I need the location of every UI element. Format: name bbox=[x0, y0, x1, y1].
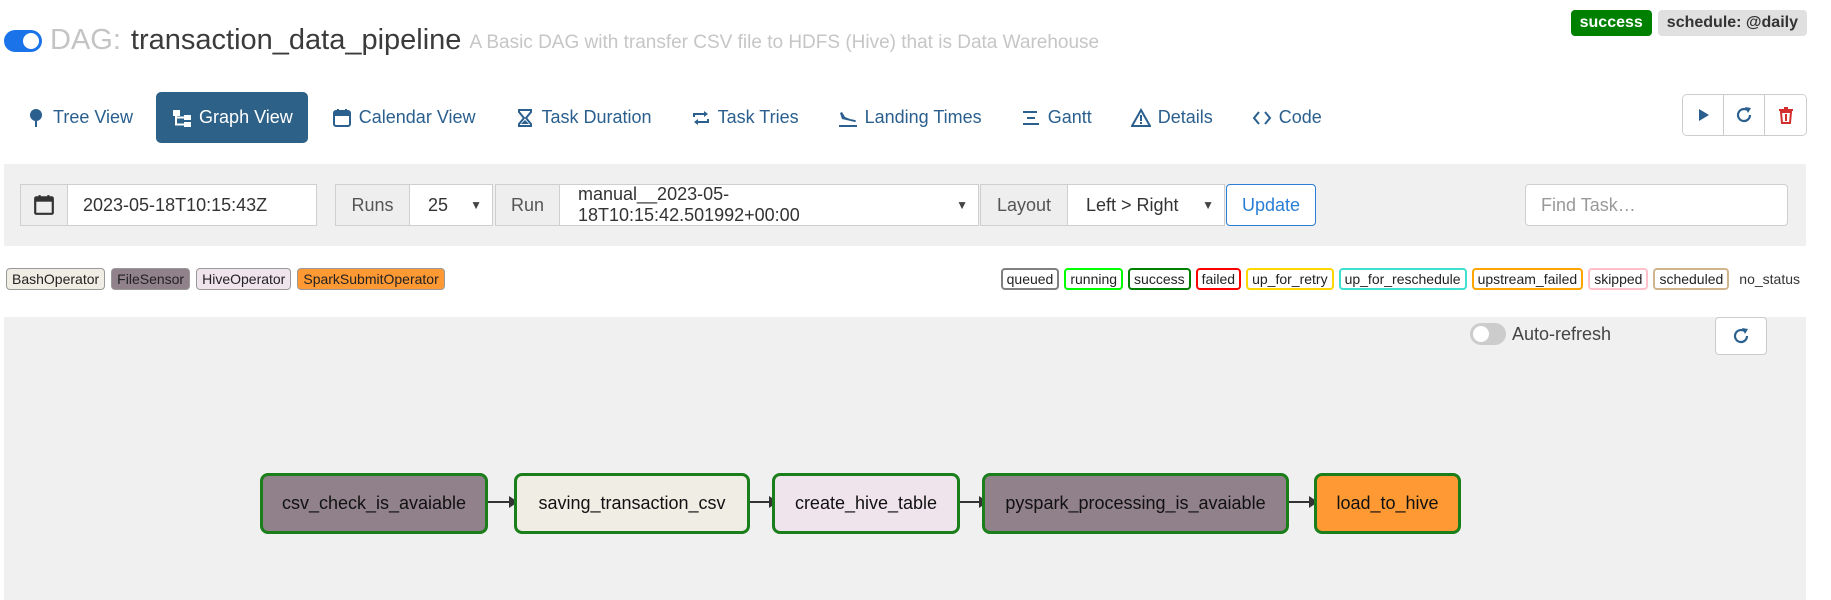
tab-label: Tree View bbox=[53, 107, 134, 127]
layout-value: Left > Right bbox=[1086, 194, 1179, 215]
tab-gantt[interactable]: Gantt bbox=[1005, 92, 1107, 143]
task-node-csv-check[interactable]: csv_check_is_avaiable bbox=[260, 473, 488, 534]
legend-running[interactable]: running bbox=[1064, 268, 1124, 290]
auto-refresh-control[interactable]: Auto-refresh bbox=[1469, 323, 1611, 345]
run-label: Run bbox=[495, 184, 560, 226]
status-legend: queued running success failed up_for_ret… bbox=[1000, 268, 1805, 290]
tab-label: Task Duration bbox=[541, 107, 652, 127]
dag-status-badge: success bbox=[1570, 10, 1652, 36]
plane-landing-icon bbox=[837, 107, 859, 129]
delete-dag-button[interactable] bbox=[1765, 95, 1806, 135]
header-badges: success schedule: @daily bbox=[1570, 10, 1807, 36]
legend-up-for-reschedule[interactable]: up_for_reschedule bbox=[1338, 268, 1467, 290]
run-value: manual__2023-05-18T10:15:42.501992+00:00 bbox=[578, 184, 800, 225]
edge-arrow bbox=[488, 496, 518, 508]
tab-label: Code bbox=[1278, 107, 1322, 127]
task-node-pyspark-processing[interactable]: pyspark_processing_is_avaiable bbox=[982, 473, 1289, 534]
tree-icon bbox=[25, 107, 47, 129]
refresh-icon bbox=[1736, 107, 1752, 123]
legend-hive-operator[interactable]: HiveOperator bbox=[196, 268, 292, 290]
calendar-icon bbox=[331, 107, 353, 129]
tab-graph-view[interactable]: Graph View bbox=[156, 92, 308, 143]
dag-prefix: DAG: bbox=[50, 23, 121, 56]
tab-label: Task Tries bbox=[717, 107, 799, 127]
runs-select[interactable]: 25 ▼ bbox=[409, 184, 493, 226]
legend-success[interactable]: success bbox=[1128, 268, 1191, 290]
toggle-knob bbox=[1472, 326, 1489, 342]
execution-date-input[interactable]: 2023-05-18T10:15:43Z bbox=[67, 184, 317, 226]
tab-calendar-view[interactable]: Calendar View bbox=[316, 92, 491, 143]
legend-spark-submit-operator[interactable]: SparkSubmitOperator bbox=[297, 268, 445, 290]
tab-code[interactable]: Code bbox=[1236, 92, 1337, 143]
graph-icon bbox=[171, 107, 193, 129]
date-picker-button[interactable] bbox=[20, 184, 68, 226]
schedule-badge: schedule: @daily bbox=[1657, 10, 1807, 36]
warning-triangle-icon bbox=[1130, 107, 1152, 129]
refresh-dag-button[interactable] bbox=[1724, 95, 1765, 135]
layout-select[interactable]: Left > Right ▼ bbox=[1067, 184, 1225, 226]
task-node-load-to-hive[interactable]: load_to_hive bbox=[1314, 473, 1461, 534]
dag-actions bbox=[1682, 94, 1807, 136]
trigger-dag-button[interactable] bbox=[1683, 95, 1724, 135]
code-icon bbox=[1251, 107, 1273, 129]
task-node-create-hive-table[interactable]: create_hive_table bbox=[772, 473, 960, 534]
edge-arrow bbox=[1289, 496, 1318, 508]
legend-scheduled[interactable]: scheduled bbox=[1653, 268, 1730, 290]
runs-value: 25 bbox=[428, 194, 449, 215]
chevron-down-icon: ▼ bbox=[956, 198, 968, 212]
find-task-input[interactable]: Find Task… bbox=[1525, 184, 1788, 226]
runs-label: Runs bbox=[335, 184, 410, 226]
tab-label: Calendar View bbox=[358, 107, 476, 127]
operator-legend: BashOperator FileSensor HiveOperator Spa… bbox=[6, 268, 445, 290]
legend-upstream-failed[interactable]: upstream_failed bbox=[1471, 268, 1584, 290]
refresh-icon bbox=[1733, 328, 1749, 344]
dag-pause-toggle[interactable] bbox=[4, 30, 42, 52]
filter-bar: 2023-05-18T10:15:43Z Runs 25 ▼ Run manua… bbox=[4, 164, 1806, 246]
run-select[interactable]: manual__2023-05-18T10:15:42.501992+00:00… bbox=[559, 184, 979, 226]
legend-file-sensor[interactable]: FileSensor bbox=[111, 268, 191, 290]
legend-bash-operator[interactable]: BashOperator bbox=[6, 268, 106, 290]
tab-task-tries[interactable]: Task Tries bbox=[675, 92, 814, 143]
legend-queued[interactable]: queued bbox=[1000, 268, 1060, 290]
auto-refresh-label: Auto-refresh bbox=[1511, 323, 1611, 344]
legend-no-status[interactable]: no_status bbox=[1734, 269, 1805, 289]
tab-tree-view[interactable]: Tree View bbox=[10, 92, 148, 143]
tab-details[interactable]: Details bbox=[1115, 92, 1228, 143]
toggle-knob bbox=[23, 33, 39, 49]
tab-label: Gantt bbox=[1047, 107, 1092, 127]
tab-label: Graph View bbox=[199, 107, 293, 127]
retry-icon bbox=[690, 107, 712, 129]
dag-id-title: transaction_data_pipeline bbox=[130, 23, 462, 56]
view-tabs: Tree View Graph View Calendar View Task … bbox=[10, 92, 1345, 143]
layout-label: Layout bbox=[980, 184, 1068, 226]
calendar-icon bbox=[34, 195, 54, 215]
tab-label: Details bbox=[1157, 107, 1213, 127]
auto-refresh-toggle[interactable] bbox=[1469, 323, 1506, 345]
chevron-down-icon: ▼ bbox=[470, 198, 482, 212]
chevron-down-icon: ▼ bbox=[1202, 198, 1214, 212]
gantt-icon bbox=[1020, 107, 1042, 129]
graph-refresh-button[interactable] bbox=[1715, 317, 1767, 355]
tab-label: Landing Times bbox=[864, 107, 982, 127]
dag-graph-panel: Auto-refresh csv_check_is_avaiable savin… bbox=[4, 317, 1806, 600]
dag-description: A Basic DAG with transfer CSV file to HD… bbox=[469, 32, 1100, 53]
task-node-saving-transaction-csv[interactable]: saving_transaction_csv bbox=[514, 473, 750, 534]
legend-up-for-retry[interactable]: up_for_retry bbox=[1246, 268, 1334, 290]
hourglass-icon bbox=[514, 107, 536, 129]
play-icon bbox=[1699, 109, 1709, 121]
legend-skipped[interactable]: skipped bbox=[1588, 268, 1649, 290]
update-button[interactable]: Update bbox=[1226, 184, 1316, 226]
dag-header: DAG: transaction_data_pipeline A Basic D… bbox=[4, 20, 1099, 60]
tab-task-duration[interactable]: Task Duration bbox=[499, 92, 667, 143]
legend-failed[interactable]: failed bbox=[1195, 268, 1242, 290]
trash-icon bbox=[1778, 107, 1793, 124]
tab-landing-times[interactable]: Landing Times bbox=[822, 92, 997, 143]
